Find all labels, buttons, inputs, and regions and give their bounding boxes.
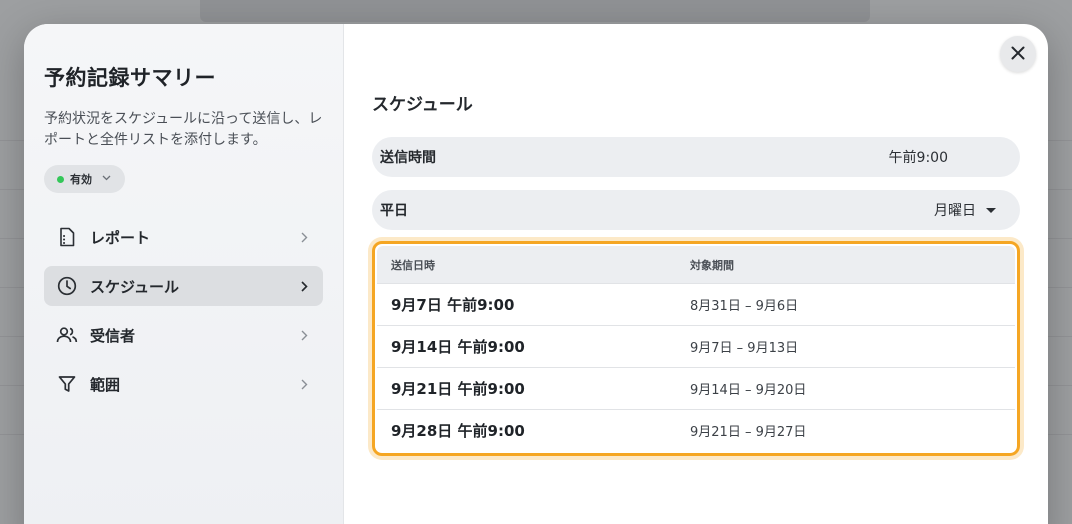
weekday-value-wrap: 月曜日 bbox=[934, 200, 1008, 220]
status-dot-icon bbox=[57, 175, 64, 183]
sidebar-item-scope[interactable]: 範囲 bbox=[44, 364, 323, 404]
sidebar-item-label: 範囲 bbox=[90, 375, 121, 394]
chevron-right-icon bbox=[297, 280, 311, 292]
modal-title: 予約記録サマリー bbox=[44, 66, 216, 90]
caret-down-icon bbox=[986, 207, 996, 213]
row-datetime: 9月21日 午前9:00 bbox=[391, 380, 525, 398]
header-datetime: 送信日時 bbox=[391, 258, 435, 272]
chevron-right-icon bbox=[297, 232, 311, 243]
schedule-table: 送信日時 対象期間 9月7日 午前9:00 8月31日 – 9月6日 9月14日… bbox=[372, 241, 1020, 456]
chevron-down-icon bbox=[102, 174, 111, 184]
table-row: 9月28日 午前9:00 9月21日 – 9月27日 bbox=[377, 409, 1015, 451]
row-period: 9月7日 – 9月13日 bbox=[690, 341, 799, 356]
sidebar-nav: レポート スケジュール 受信者 範囲 bbox=[44, 217, 323, 404]
row-period: 9月14日 – 9月20日 bbox=[690, 383, 807, 398]
header-period: 対象期間 bbox=[690, 258, 734, 272]
row-datetime: 9月14日 午前9:00 bbox=[391, 338, 525, 356]
section-title: スケジュール bbox=[372, 95, 473, 115]
sidebar-item-recipients[interactable]: 受信者 bbox=[44, 315, 323, 355]
sidebar-item-label: スケジュール bbox=[90, 277, 179, 296]
row-datetime: 9月7日 午前9:00 bbox=[391, 296, 515, 314]
table-row: 9月21日 午前9:00 9月14日 – 9月20日 bbox=[377, 367, 1015, 409]
modal-description: 予約状況をスケジュールに沿って送信し、レポートと全件リストを添付します。 bbox=[44, 111, 323, 148]
sidebar-item-schedule[interactable]: スケジュール bbox=[44, 266, 323, 306]
weekday-select[interactable]: 平日 月曜日 bbox=[372, 190, 1020, 230]
table-header: 送信日時 対象期間 bbox=[377, 246, 1015, 283]
send-time-field[interactable]: 送信時間 午前9:00 bbox=[372, 137, 1020, 177]
weekday-label: 平日 bbox=[380, 203, 408, 219]
status-label: 有効 bbox=[70, 173, 92, 186]
schedule-panel: スケジュール 送信時間 午前9:00 平日 月曜日 送信日時 対象期間 9月7日… bbox=[344, 24, 1048, 524]
people-icon bbox=[56, 324, 78, 346]
sidebar-item-report[interactable]: レポート bbox=[44, 217, 323, 257]
close-icon bbox=[1011, 45, 1025, 64]
close-button[interactable] bbox=[1000, 36, 1036, 72]
chevron-right-icon bbox=[297, 379, 311, 390]
summary-modal: 予約記録サマリー 予約状況をスケジュールに沿って送信し、レポートと全件リストを添… bbox=[24, 24, 1048, 524]
chevron-right-icon bbox=[297, 330, 311, 341]
sidebar-item-label: レポート bbox=[90, 228, 151, 247]
sidebar-item-label: 受信者 bbox=[90, 326, 136, 345]
document-icon bbox=[56, 226, 78, 248]
weekday-value: 月曜日 bbox=[934, 203, 976, 219]
send-time-label: 送信時間 bbox=[380, 150, 436, 166]
sidebar: 予約記録サマリー 予約状況をスケジュールに沿って送信し、レポートと全件リストを添… bbox=[24, 24, 344, 524]
row-datetime: 9月28日 午前9:00 bbox=[391, 422, 525, 440]
table-row: 9月14日 午前9:00 9月7日 – 9月13日 bbox=[377, 325, 1015, 367]
row-period: 8月31日 – 9月6日 bbox=[690, 299, 799, 314]
row-period: 9月21日 – 9月27日 bbox=[690, 425, 807, 440]
table-row: 9月7日 午前9:00 8月31日 – 9月6日 bbox=[377, 283, 1015, 325]
filter-icon bbox=[56, 373, 78, 395]
status-dropdown[interactable]: 有効 bbox=[44, 165, 125, 193]
clock-icon bbox=[56, 275, 78, 297]
send-time-value: 午前9:00 bbox=[888, 150, 948, 166]
